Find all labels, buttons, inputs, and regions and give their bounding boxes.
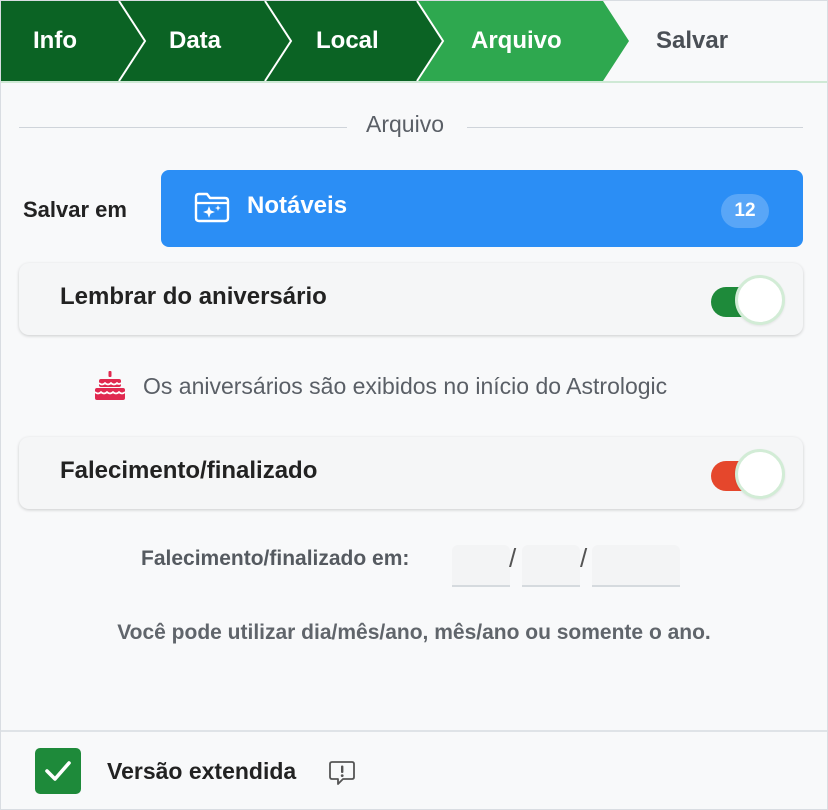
section-divider-left <box>19 127 347 128</box>
step-info[interactable]: Info <box>33 1 77 81</box>
death-day-input[interactable] <box>452 545 510 587</box>
folder-select-button[interactable]: Notáveis 12 <box>161 170 803 247</box>
date-separator: / <box>580 543 588 573</box>
extended-version-checkbox[interactable] <box>35 748 81 794</box>
folder-name: Notáveis <box>247 192 348 219</box>
section-title: Arquivo <box>366 111 444 137</box>
step-arquivo[interactable]: Arquivo <box>471 1 562 81</box>
birthday-info-text: Os aniversários são exibidos no início d… <box>143 373 668 399</box>
alert-comment-icon[interactable] <box>328 758 356 786</box>
save-in-label: Salvar em <box>23 197 127 222</box>
death-year-input[interactable] <box>592 545 680 587</box>
death-toggle-knob <box>735 449 785 499</box>
birthday-label: Lembrar do aniversário <box>60 283 327 310</box>
step-local[interactable]: Local <box>316 1 379 81</box>
birthday-toggle-knob <box>735 275 785 325</box>
cake-icon <box>94 371 126 400</box>
death-date-label: Falecimento/finalizado em: <box>141 547 410 570</box>
death-label: Falecimento/finalizado <box>60 457 318 484</box>
footer-divider <box>1 730 827 732</box>
stepper: Info Data Local Arquivo Salvar <box>1 1 827 82</box>
folder-count-badge: 12 <box>721 194 769 228</box>
check-icon <box>45 761 71 781</box>
extended-version-label: Versão extendida <box>107 758 297 784</box>
birthday-card: Lembrar do aniversário <box>19 263 803 335</box>
wizard-panel: Info Data Local Arquivo Salvar Arquivo S… <box>0 0 828 810</box>
date-separator: / <box>509 543 517 573</box>
section-divider-right <box>467 127 803 128</box>
stepper-underline <box>1 81 827 83</box>
date-format-hint: Você pode utilizar dia/mês/ano, mês/ano … <box>117 621 711 644</box>
death-month-input[interactable] <box>522 545 580 587</box>
death-card: Falecimento/finalizado <box>19 437 803 509</box>
folder-sparkle-icon <box>194 192 230 223</box>
birthday-toggle[interactable] <box>711 275 789 325</box>
death-toggle[interactable] <box>711 449 789 499</box>
step-salvar[interactable]: Salvar <box>656 1 728 81</box>
step-data[interactable]: Data <box>169 1 221 81</box>
